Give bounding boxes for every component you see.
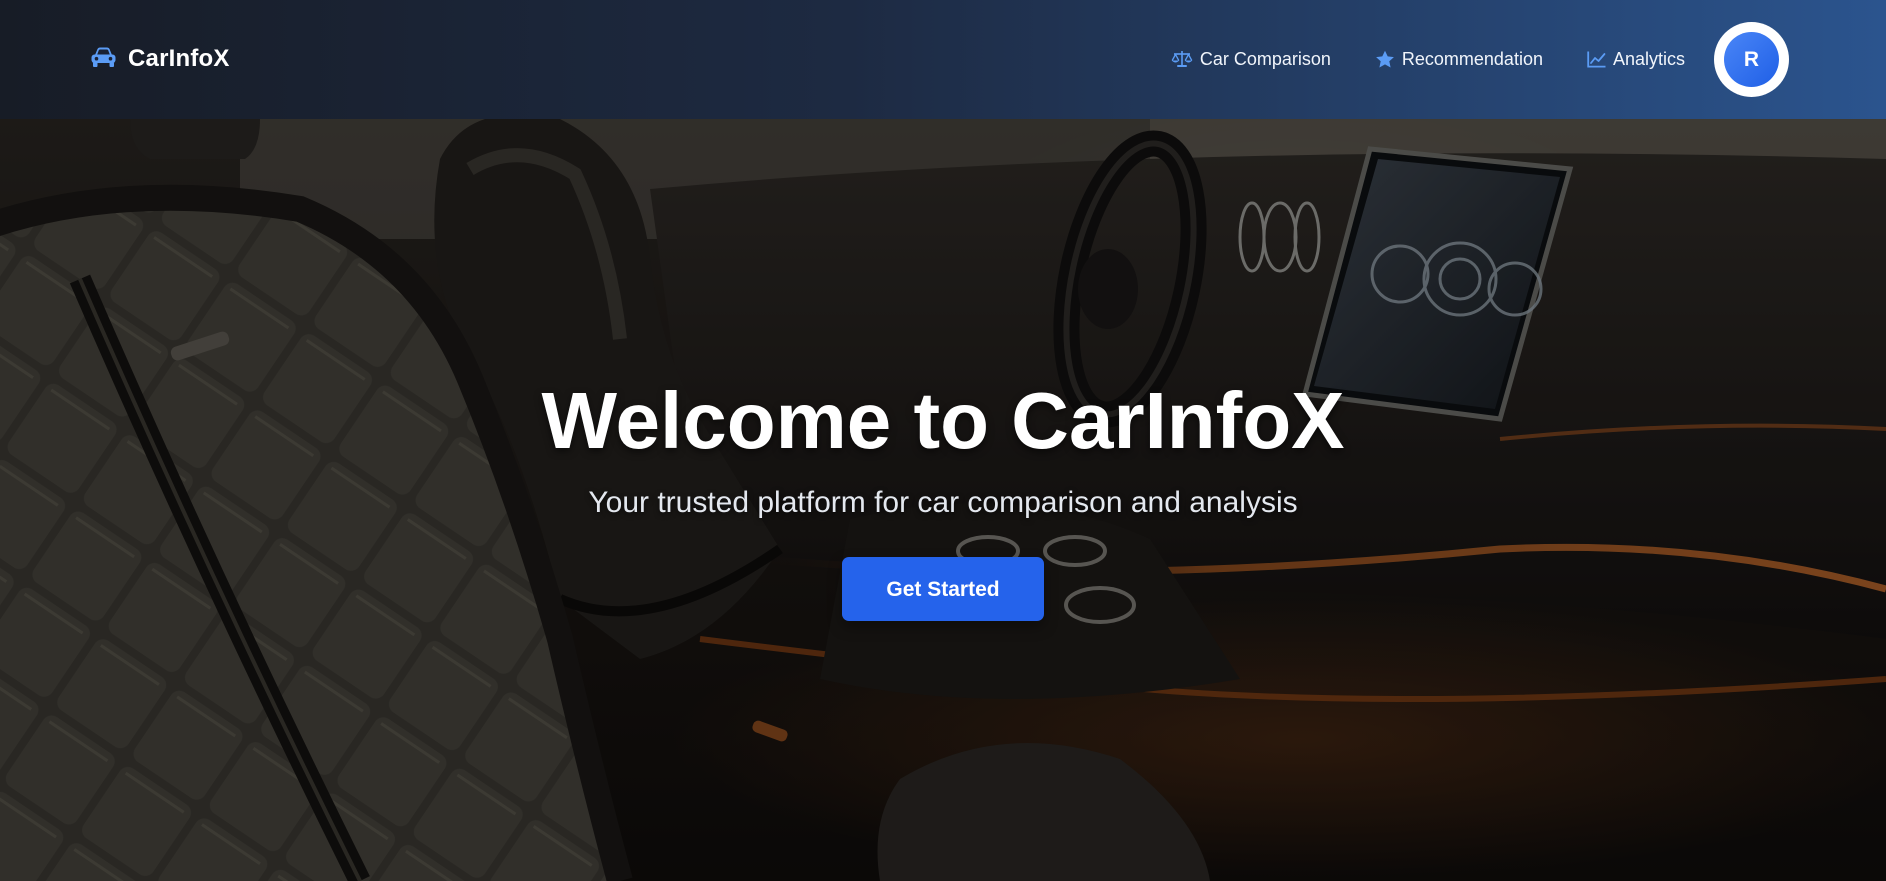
nav-car-comparison[interactable]: Car Comparison (1171, 49, 1331, 70)
nav-recommendation-label: Recommendation (1401, 48, 1543, 69)
nav-links: Car Comparison Recommendation Analytics (1171, 40, 1685, 78)
car-icon (90, 46, 117, 73)
hero-section: Welcome to CarInfoX Your trusted platfor… (0, 119, 1886, 881)
nav-recommendation[interactable]: Recommendation (1375, 49, 1543, 70)
user-avatar-button[interactable]: R (1714, 22, 1789, 97)
get-started-button[interactable]: Get Started (842, 557, 1044, 621)
hero-content: Welcome to CarInfoX Your trusted platfor… (0, 381, 1886, 621)
brand-logo-link[interactable]: CarInfoX (90, 40, 230, 78)
nav-analytics[interactable]: Analytics (1587, 49, 1685, 70)
hero-title: Welcome to CarInfoX (541, 376, 1345, 465)
scale-icon (1171, 50, 1193, 68)
hero-subtitle: Your trusted platform for car comparison… (588, 486, 1298, 519)
brand-name: CarInfoX (128, 45, 230, 72)
avatar-initial: R (1724, 32, 1779, 87)
nav-analytics-label: Analytics (1612, 48, 1685, 69)
top-navbar: CarInfoX Car Comparison Recommendation A… (0, 0, 1886, 119)
chart-line-icon (1587, 51, 1606, 68)
star-icon (1375, 50, 1395, 69)
nav-car-comparison-label: Car Comparison (1199, 48, 1331, 69)
